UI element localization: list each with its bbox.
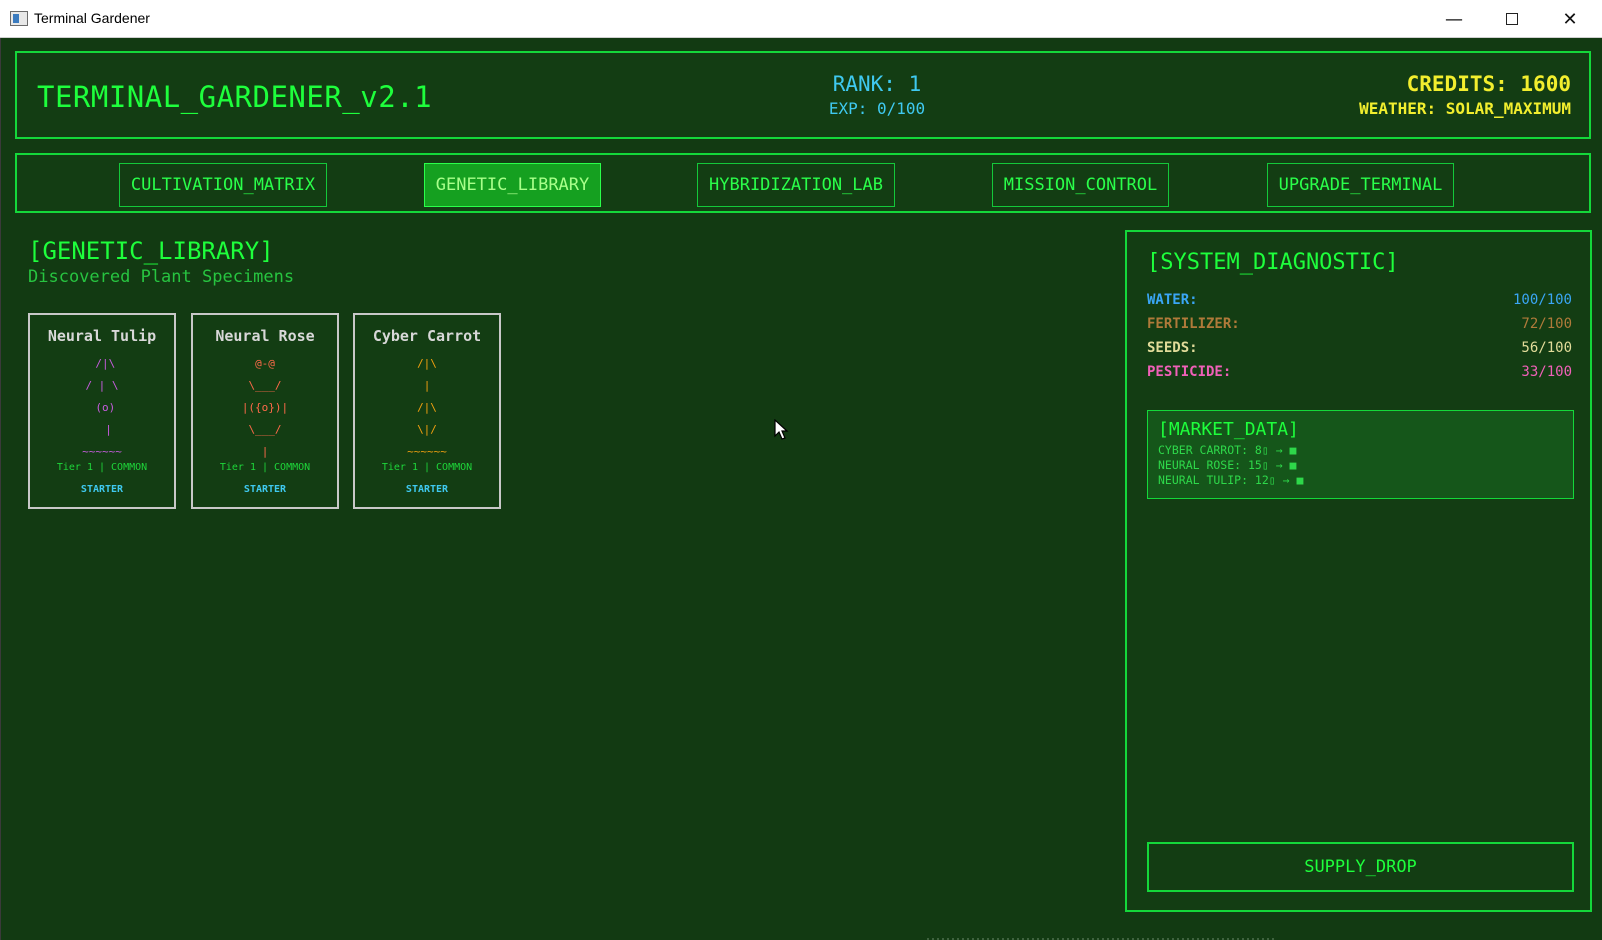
weather-display: WEATHER: SOLAR_MAXIMUM	[1359, 99, 1571, 118]
minimize-icon: —	[1445, 8, 1463, 30]
nav-bar: CULTIVATION_MATRIX GENETIC_LIBRARY HYBRI…	[15, 153, 1591, 213]
plant-tag: STARTER	[243, 484, 287, 495]
market-line-cyber-carrot: CYBER CARROT: 8▯ → ■	[1158, 443, 1297, 457]
plant-tier: Tier 1 | COMMON	[381, 462, 473, 473]
close-icon: ✕	[1562, 8, 1578, 30]
maximize-button[interactable]	[1483, 0, 1541, 38]
library-subtitle: Discovered Plant Specimens	[28, 267, 295, 287]
market-title: [MARKET_DATA]	[1158, 419, 1299, 440]
window-titlebar: Terminal Gardener — ✕	[0, 0, 1602, 38]
plant-tag: STARTER	[80, 484, 124, 495]
credits-display: CREDITS: 1600	[1406, 72, 1571, 96]
stat-value: 56/100	[1521, 340, 1572, 356]
plant-ascii-art: /|\ / | \ (o) | ~~~~~~	[82, 357, 122, 458]
stat-label: FERTILIZER:	[1147, 316, 1240, 332]
exp-display: EXP: 0/100	[828, 99, 926, 118]
plant-ascii-art: /|\ | /|\ \|/ ~~~~~~	[407, 357, 447, 458]
plant-name: Cyber Carrot	[372, 327, 482, 345]
app-root: TERMINAL_GARDENER_v2.1 RANK: 1 EXP: 0/10…	[0, 38, 1602, 940]
plant-name: Neural Tulip	[47, 327, 157, 345]
stat-label: SEEDS:	[1147, 340, 1198, 356]
close-button[interactable]: ✕	[1541, 0, 1599, 38]
plant-card-neural-tulip[interactable]: Neural Tulip /|\ / | \ (o) | ~~~~~~ Tier…	[28, 313, 176, 509]
stat-value: 100/100	[1512, 292, 1572, 308]
market-line-neural-rose: NEURAL ROSE: 15▯ → ■	[1158, 458, 1297, 472]
tab-hybridization-lab[interactable]: HYBRIDIZATION_LAB	[697, 163, 895, 207]
header-bar: TERMINAL_GARDENER_v2.1 RANK: 1 EXP: 0/10…	[15, 51, 1591, 139]
plant-name: Neural Rose	[215, 327, 315, 345]
stat-label: WATER:	[1147, 292, 1198, 308]
stat-value: 33/100	[1521, 364, 1572, 380]
mouse-cursor-icon	[774, 419, 789, 440]
library-title: [GENETIC_LIBRARY]	[28, 237, 274, 265]
diagnostic-title: [SYSTEM_DIAGNOSTIC]	[1147, 250, 1399, 275]
plant-tag: STARTER	[405, 484, 449, 495]
tab-mission-control[interactable]: MISSION_CONTROL	[992, 163, 1169, 207]
rank-display: RANK: 1	[832, 72, 922, 96]
plant-tier: Tier 1 | COMMON	[219, 462, 311, 473]
tab-upgrade-terminal[interactable]: UPGRADE_TERMINAL	[1267, 163, 1454, 207]
tab-genetic-library[interactable]: GENETIC_LIBRARY	[424, 163, 601, 207]
plant-card-cyber-carrot[interactable]: Cyber Carrot /|\ | /|\ \|/ ~~~~~~ Tier 1…	[353, 313, 501, 509]
system-diagnostic-panel: [SYSTEM_DIAGNOSTIC] WATER: 100/100 FERTI…	[1125, 230, 1592, 912]
plant-card-neural-rose[interactable]: Neural Rose @-@ \___/ |({o})| \___/ | Ti…	[191, 313, 339, 509]
plant-ascii-art: @-@ \___/ |({o})| \___/ |	[241, 357, 289, 458]
minimize-button[interactable]: —	[1425, 0, 1483, 38]
tab-cultivation-matrix[interactable]: CULTIVATION_MATRIX	[119, 163, 327, 207]
supply-drop-button[interactable]: SUPPLY_DROP	[1147, 842, 1574, 892]
market-data-box: [MARKET_DATA] CYBER CARROT: 8▯ → ■ NEURA…	[1147, 410, 1574, 499]
window-title: Terminal Gardener	[34, 10, 150, 26]
market-line-neural-tulip: NEURAL TULIP: 12▯ → ■	[1158, 473, 1304, 487]
stat-value: 72/100	[1521, 316, 1572, 332]
stat-label: PESTICIDE:	[1147, 364, 1232, 380]
app-icon	[10, 11, 28, 26]
maximize-icon	[1506, 13, 1518, 25]
plant-tier: Tier 1 | COMMON	[56, 462, 148, 473]
app-name: TERMINAL_GARDENER_v2.1	[37, 80, 433, 114]
